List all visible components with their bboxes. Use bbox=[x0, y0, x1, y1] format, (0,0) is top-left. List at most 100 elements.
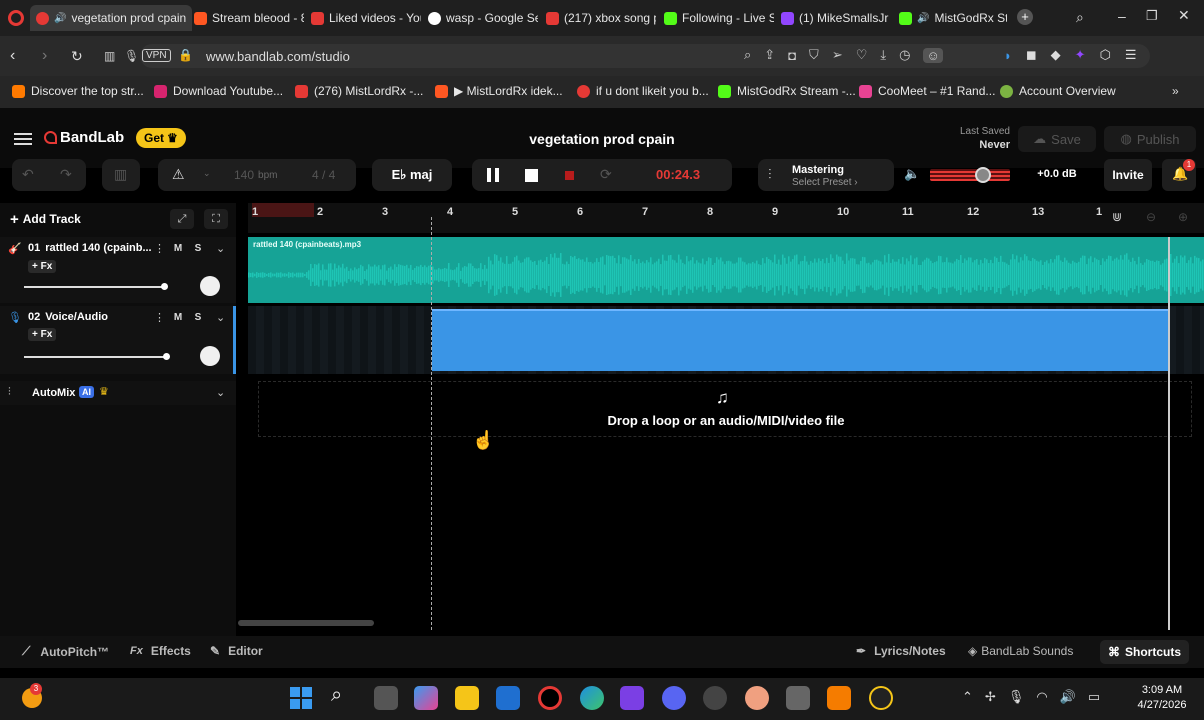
wand-icon[interactable]: ⤢ bbox=[170, 209, 194, 229]
new-tab-button[interactable]: + bbox=[1017, 9, 1033, 25]
editor-button[interactable]: ✎ Editor bbox=[210, 644, 263, 658]
get-membership-button[interactable]: Get ♛ bbox=[136, 128, 186, 148]
hamburger-menu-icon[interactable] bbox=[14, 130, 32, 148]
microphone-icon[interactable]: 🎙 bbox=[1008, 689, 1025, 705]
extension-icon[interactable]: ✦ bbox=[1075, 47, 1086, 63]
volume-slider-thumb[interactable] bbox=[163, 353, 170, 360]
zoom-out-icon[interactable]: ⊖ bbox=[1146, 210, 1156, 224]
volume-slider-thumb[interactable] bbox=[161, 283, 168, 290]
clock-time[interactable]: 3:09 AM bbox=[1130, 684, 1194, 696]
volume-slider[interactable] bbox=[24, 286, 166, 288]
bpm-field[interactable]: 140 bpm bbox=[234, 168, 277, 182]
close-window-icon[interactable]: ✕ bbox=[1178, 7, 1190, 24]
timeline-scrollbar[interactable] bbox=[238, 620, 374, 626]
solo-button[interactable]: S bbox=[190, 311, 206, 325]
tool-icon[interactable] bbox=[703, 686, 727, 710]
send-icon[interactable]: ➢ bbox=[832, 47, 843, 63]
autopitch-button[interactable]: ⟋ AutoPitch™ bbox=[22, 644, 109, 659]
heart-icon[interactable]: ♡ bbox=[856, 47, 868, 63]
file-explorer-icon[interactable] bbox=[455, 686, 479, 710]
bookmark-item[interactable]: CooMeet – #1 Rand... bbox=[859, 84, 995, 98]
minimize-icon[interactable]: – bbox=[1118, 8, 1126, 24]
chevron-up-icon[interactable]: ⌃ bbox=[962, 689, 973, 705]
track-title[interactable]: 01 rattled 140 (cpainb... bbox=[28, 242, 152, 254]
ai-icon[interactable]: ☰ bbox=[1125, 47, 1137, 63]
more-bookmarks-icon[interactable]: » bbox=[1172, 84, 1179, 98]
playhead-line[interactable] bbox=[431, 217, 432, 630]
bookmark-item[interactable]: Download Youtube... bbox=[154, 84, 283, 98]
clipchamp-icon[interactable] bbox=[620, 686, 644, 710]
tab-item[interactable]: wasp - Google Se bbox=[428, 5, 538, 31]
stop-button[interactable] bbox=[525, 169, 538, 182]
track-menu-icon[interactable]: ⋮ bbox=[154, 242, 165, 255]
camera-app-icon[interactable] bbox=[786, 686, 810, 710]
metronome-icon[interactable]: ⚠ bbox=[172, 166, 185, 183]
battery-icon[interactable]: ▭ bbox=[1088, 689, 1100, 705]
outlook-icon[interactable] bbox=[496, 686, 520, 710]
fl-studio-icon[interactable] bbox=[827, 686, 851, 710]
task-view-icon[interactable] bbox=[374, 686, 398, 710]
tab-bandlab[interactable]: 🔊 vegetation prod cpain bbox=[30, 5, 192, 31]
discord-icon[interactable] bbox=[662, 686, 686, 710]
extension-icon[interactable]: ◆ bbox=[1051, 47, 1061, 63]
profile-icon[interactable]: ☺ bbox=[923, 48, 942, 63]
download-icon[interactable]: ⤓ bbox=[880, 47, 886, 63]
vpn-badge[interactable]: VPN bbox=[142, 49, 171, 62]
solo-button[interactable]: S bbox=[190, 242, 206, 256]
sidebar-icon[interactable]: ▥ bbox=[104, 49, 115, 63]
fx-button[interactable]: + Fx bbox=[28, 328, 56, 341]
fx-button[interactable]: + Fx bbox=[28, 260, 56, 273]
bandlab-sounds-button[interactable]: ◈ BandLab Sounds bbox=[968, 644, 1073, 658]
bookmark-item[interactable]: if u dont likeit you b... bbox=[577, 84, 709, 98]
extension-icon[interactable]: ◼ bbox=[1026, 47, 1037, 63]
effects-button[interactable]: Fx Effects bbox=[130, 644, 191, 658]
loop-region[interactable] bbox=[252, 203, 314, 217]
shortcuts-button[interactable]: ⌘ Shortcuts bbox=[1100, 640, 1189, 664]
tab-item[interactable]: (1) MikeSmallsJr bbox=[781, 5, 891, 31]
pan-knob[interactable] bbox=[200, 276, 220, 296]
clock-date[interactable]: 4/27/2026 bbox=[1130, 699, 1194, 711]
magnet-icon[interactable]: ⋓ bbox=[1112, 210, 1122, 224]
forward-icon[interactable]: › bbox=[42, 47, 47, 65]
back-icon[interactable]: ‹ bbox=[10, 47, 15, 65]
save-button[interactable]: ☁ Save bbox=[1018, 126, 1096, 152]
bandlab-logo[interactable]: BandLab bbox=[44, 129, 124, 146]
tab-item[interactable]: Following - Live S bbox=[664, 5, 774, 31]
url-text[interactable]: www.bandlab.com/studio bbox=[206, 49, 350, 64]
tab-item[interactable]: Liked videos - You bbox=[311, 5, 421, 31]
chevron-down-icon[interactable]: ⌄ bbox=[216, 242, 225, 255]
opera-menu-icon[interactable] bbox=[8, 10, 24, 26]
loop-icon[interactable]: ⟳ bbox=[600, 166, 612, 183]
chevron-down-icon[interactable]: ⌄ bbox=[216, 311, 225, 324]
bookmark-item[interactable]: Account Overview bbox=[1000, 84, 1116, 98]
pause-button[interactable] bbox=[487, 168, 499, 182]
publish-button[interactable]: ◍ Publish bbox=[1104, 126, 1196, 152]
volume-slider[interactable] bbox=[24, 356, 168, 358]
share-icon[interactable]: ⇪ bbox=[764, 47, 775, 63]
history-icon[interactable]: ◷ bbox=[899, 47, 910, 63]
redo-icon[interactable]: ↷ bbox=[60, 166, 72, 183]
metronome-dropdown-icon[interactable]: ⌄ bbox=[203, 168, 211, 179]
bookmark-item[interactable]: (276) MistLordRx -... bbox=[295, 84, 423, 98]
track-title[interactable]: 02 Voice/Audio bbox=[28, 311, 108, 323]
tray-app-icon[interactable]: ✢ bbox=[985, 689, 996, 705]
time-signature[interactable]: 4 / 4 bbox=[312, 168, 335, 182]
search-icon[interactable]: ⌕ bbox=[331, 684, 342, 707]
windows-start-icon[interactable] bbox=[290, 687, 312, 709]
restore-icon[interactable]: ❐ bbox=[1146, 8, 1158, 24]
bookmark-item[interactable]: Discover the top str... bbox=[12, 84, 144, 98]
master-volume-knob[interactable] bbox=[975, 167, 991, 183]
mute-button[interactable]: M bbox=[170, 311, 186, 325]
undo-icon[interactable]: ↶ bbox=[22, 166, 34, 183]
timeline-ruler[interactable] bbox=[248, 203, 1204, 233]
chevron-down-icon[interactable]: ⌄ bbox=[216, 386, 225, 399]
copilot-icon[interactable] bbox=[414, 686, 438, 710]
project-title[interactable]: vegetation prod cpain bbox=[440, 131, 764, 147]
mic-icon[interactable]: 🎙 bbox=[124, 49, 139, 63]
media-player-icon[interactable] bbox=[869, 686, 893, 710]
zoom-in-icon[interactable]: ⊕ bbox=[1178, 210, 1188, 224]
wifi-icon[interactable]: ◠ bbox=[1036, 689, 1047, 705]
opera-icon[interactable] bbox=[538, 686, 562, 710]
tab-item[interactable]: (217) xbox song p bbox=[546, 5, 656, 31]
camera-icon[interactable]: ◘ bbox=[788, 48, 796, 63]
